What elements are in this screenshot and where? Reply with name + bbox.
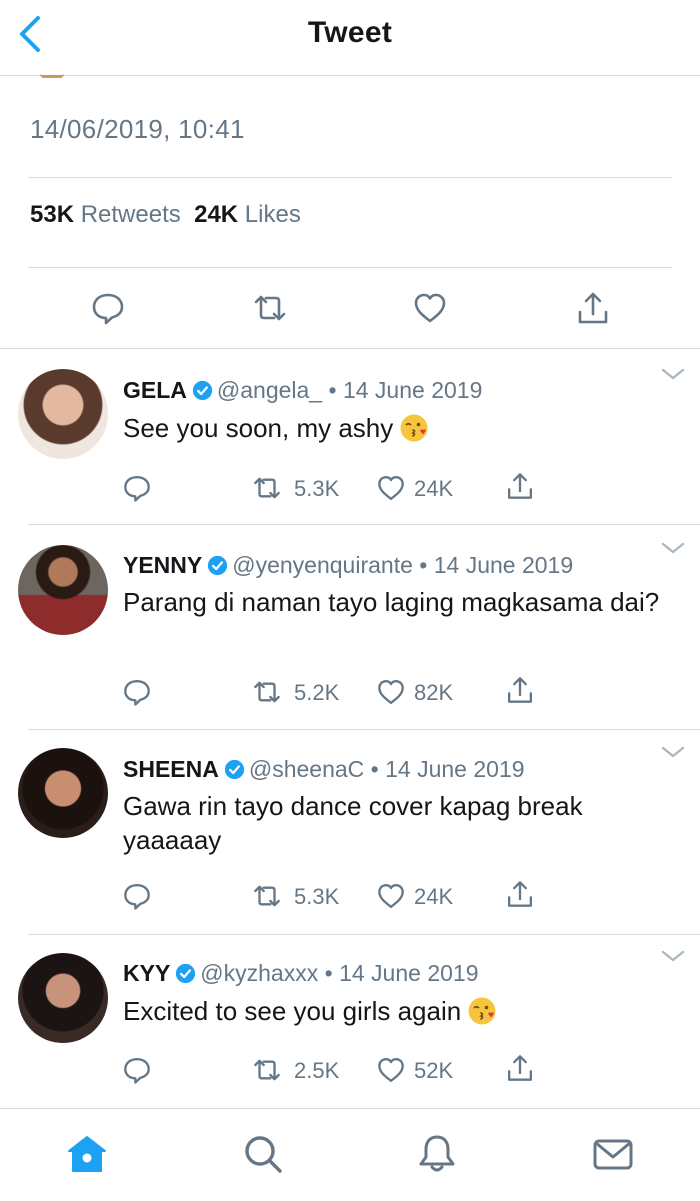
retweet-count: 5.3K (294, 884, 340, 909)
divider (28, 267, 672, 268)
display-name[interactable]: SHEENA (123, 756, 219, 782)
display-name[interactable]: KYY (123, 960, 170, 986)
verified-badge-icon (208, 555, 228, 576)
chevron-down-icon[interactable] (660, 541, 686, 555)
divider (0, 348, 700, 349)
share-icon[interactable] (505, 471, 535, 501)
chevron-down-icon[interactable] (660, 367, 686, 381)
dot-separator: • (370, 756, 379, 782)
handle[interactable]: @kyzhaxxx (200, 960, 318, 986)
retweet-count: 5.3K (294, 476, 340, 501)
avatar[interactable] (18, 748, 108, 838)
reply-icon[interactable] (90, 290, 126, 326)
reply-date: 14 June 2019 (339, 960, 479, 986)
chevron-down-icon[interactable] (660, 949, 686, 963)
display-name[interactable]: YENNY (123, 552, 202, 578)
share-icon[interactable] (505, 879, 535, 909)
retweet-icon[interactable] (252, 290, 288, 326)
avatar[interactable] (18, 953, 108, 1043)
divider (28, 177, 672, 178)
scrolled-avatar-edge (40, 74, 64, 78)
search-icon[interactable] (242, 1133, 284, 1175)
reply-date: 14 June 2019 (385, 756, 525, 782)
like-count: 24K (414, 884, 454, 909)
share-icon[interactable] (505, 1053, 535, 1083)
handle[interactable]: @angela_ (217, 377, 322, 403)
reply-text: Gawa rin tayo dance cover kapag break ya… (123, 791, 583, 855)
reply-date: 14 June 2019 (433, 552, 574, 578)
reply-icon[interactable] (122, 473, 152, 503)
retweet-icon[interactable] (252, 881, 282, 911)
like-count: 24K (414, 476, 454, 501)
like-heart-icon[interactable] (376, 473, 406, 503)
retweet-icon[interactable] (252, 677, 282, 707)
reply-icon[interactable] (122, 1055, 152, 1085)
like-heart-icon[interactable] (376, 677, 406, 707)
reply-text: Parang di naman tayo laging magkasama da… (123, 587, 660, 617)
share-icon[interactable] (505, 675, 535, 705)
tweet-stats: 53K Retweets 24K Likes (30, 201, 301, 229)
retweets-label[interactable]: Retweets (81, 201, 181, 228)
dot-separator: • (328, 377, 337, 403)
like-heart-icon[interactable] (412, 290, 448, 326)
retweet-count: 5.2K (294, 680, 340, 705)
reply-text: See you soon, my ashy (123, 411, 663, 445)
verified-badge-icon (192, 380, 213, 401)
verified-badge-icon (224, 759, 244, 780)
kissing-face-emoji (400, 414, 428, 442)
dot-separator: • (419, 552, 428, 578)
reply-header: KYY @kyzhaxxx • 14 June 2019 (123, 960, 478, 987)
retweet-icon[interactable] (252, 1055, 282, 1085)
reply-header: GELA @angela_ • 14 June 2019 (123, 377, 482, 404)
like-count: 82K (414, 680, 454, 705)
like-heart-icon[interactable] (376, 1055, 406, 1085)
home-icon[interactable] (66, 1133, 108, 1175)
retweets-count: 53K (30, 201, 75, 228)
reply-header: SHEENA @sheenaC • 14 June 2019 (123, 756, 525, 783)
display-name[interactable]: GELA (123, 377, 187, 403)
handle[interactable]: @sheenaC (249, 756, 364, 782)
avatar[interactable] (18, 369, 108, 459)
retweet-count: 2.5K (294, 1058, 340, 1083)
like-heart-icon[interactable] (376, 881, 406, 911)
notifications-bell-icon[interactable] (416, 1133, 458, 1175)
messages-envelope-icon[interactable] (592, 1133, 634, 1175)
reply-header: YENNY @yenyenquirante • 14 June 2019 (123, 552, 573, 579)
handle[interactable]: @yenyenquirante (232, 552, 413, 578)
page-title: Tweet (307, 16, 393, 49)
tweet-timestamp: 14/06/2019, 10:41 (30, 114, 245, 144)
kissing-face-emoji (468, 997, 496, 1025)
share-icon[interactable] (575, 290, 611, 326)
verified-badge-icon (176, 963, 196, 984)
chevron-down-icon[interactable] (660, 745, 686, 759)
dot-separator: • (324, 960, 333, 986)
reply-date: 14 June 2019 (342, 377, 483, 403)
likes-count: 24K (194, 201, 239, 228)
likes-label[interactable]: Likes (245, 201, 301, 228)
reply-text: Excited to see you girls again (123, 994, 663, 1028)
retweet-icon[interactable] (252, 473, 282, 503)
like-count: 52K (414, 1058, 454, 1083)
reply-icon[interactable] (122, 677, 152, 707)
reply-icon[interactable] (122, 881, 152, 911)
avatar[interactable] (18, 545, 108, 635)
